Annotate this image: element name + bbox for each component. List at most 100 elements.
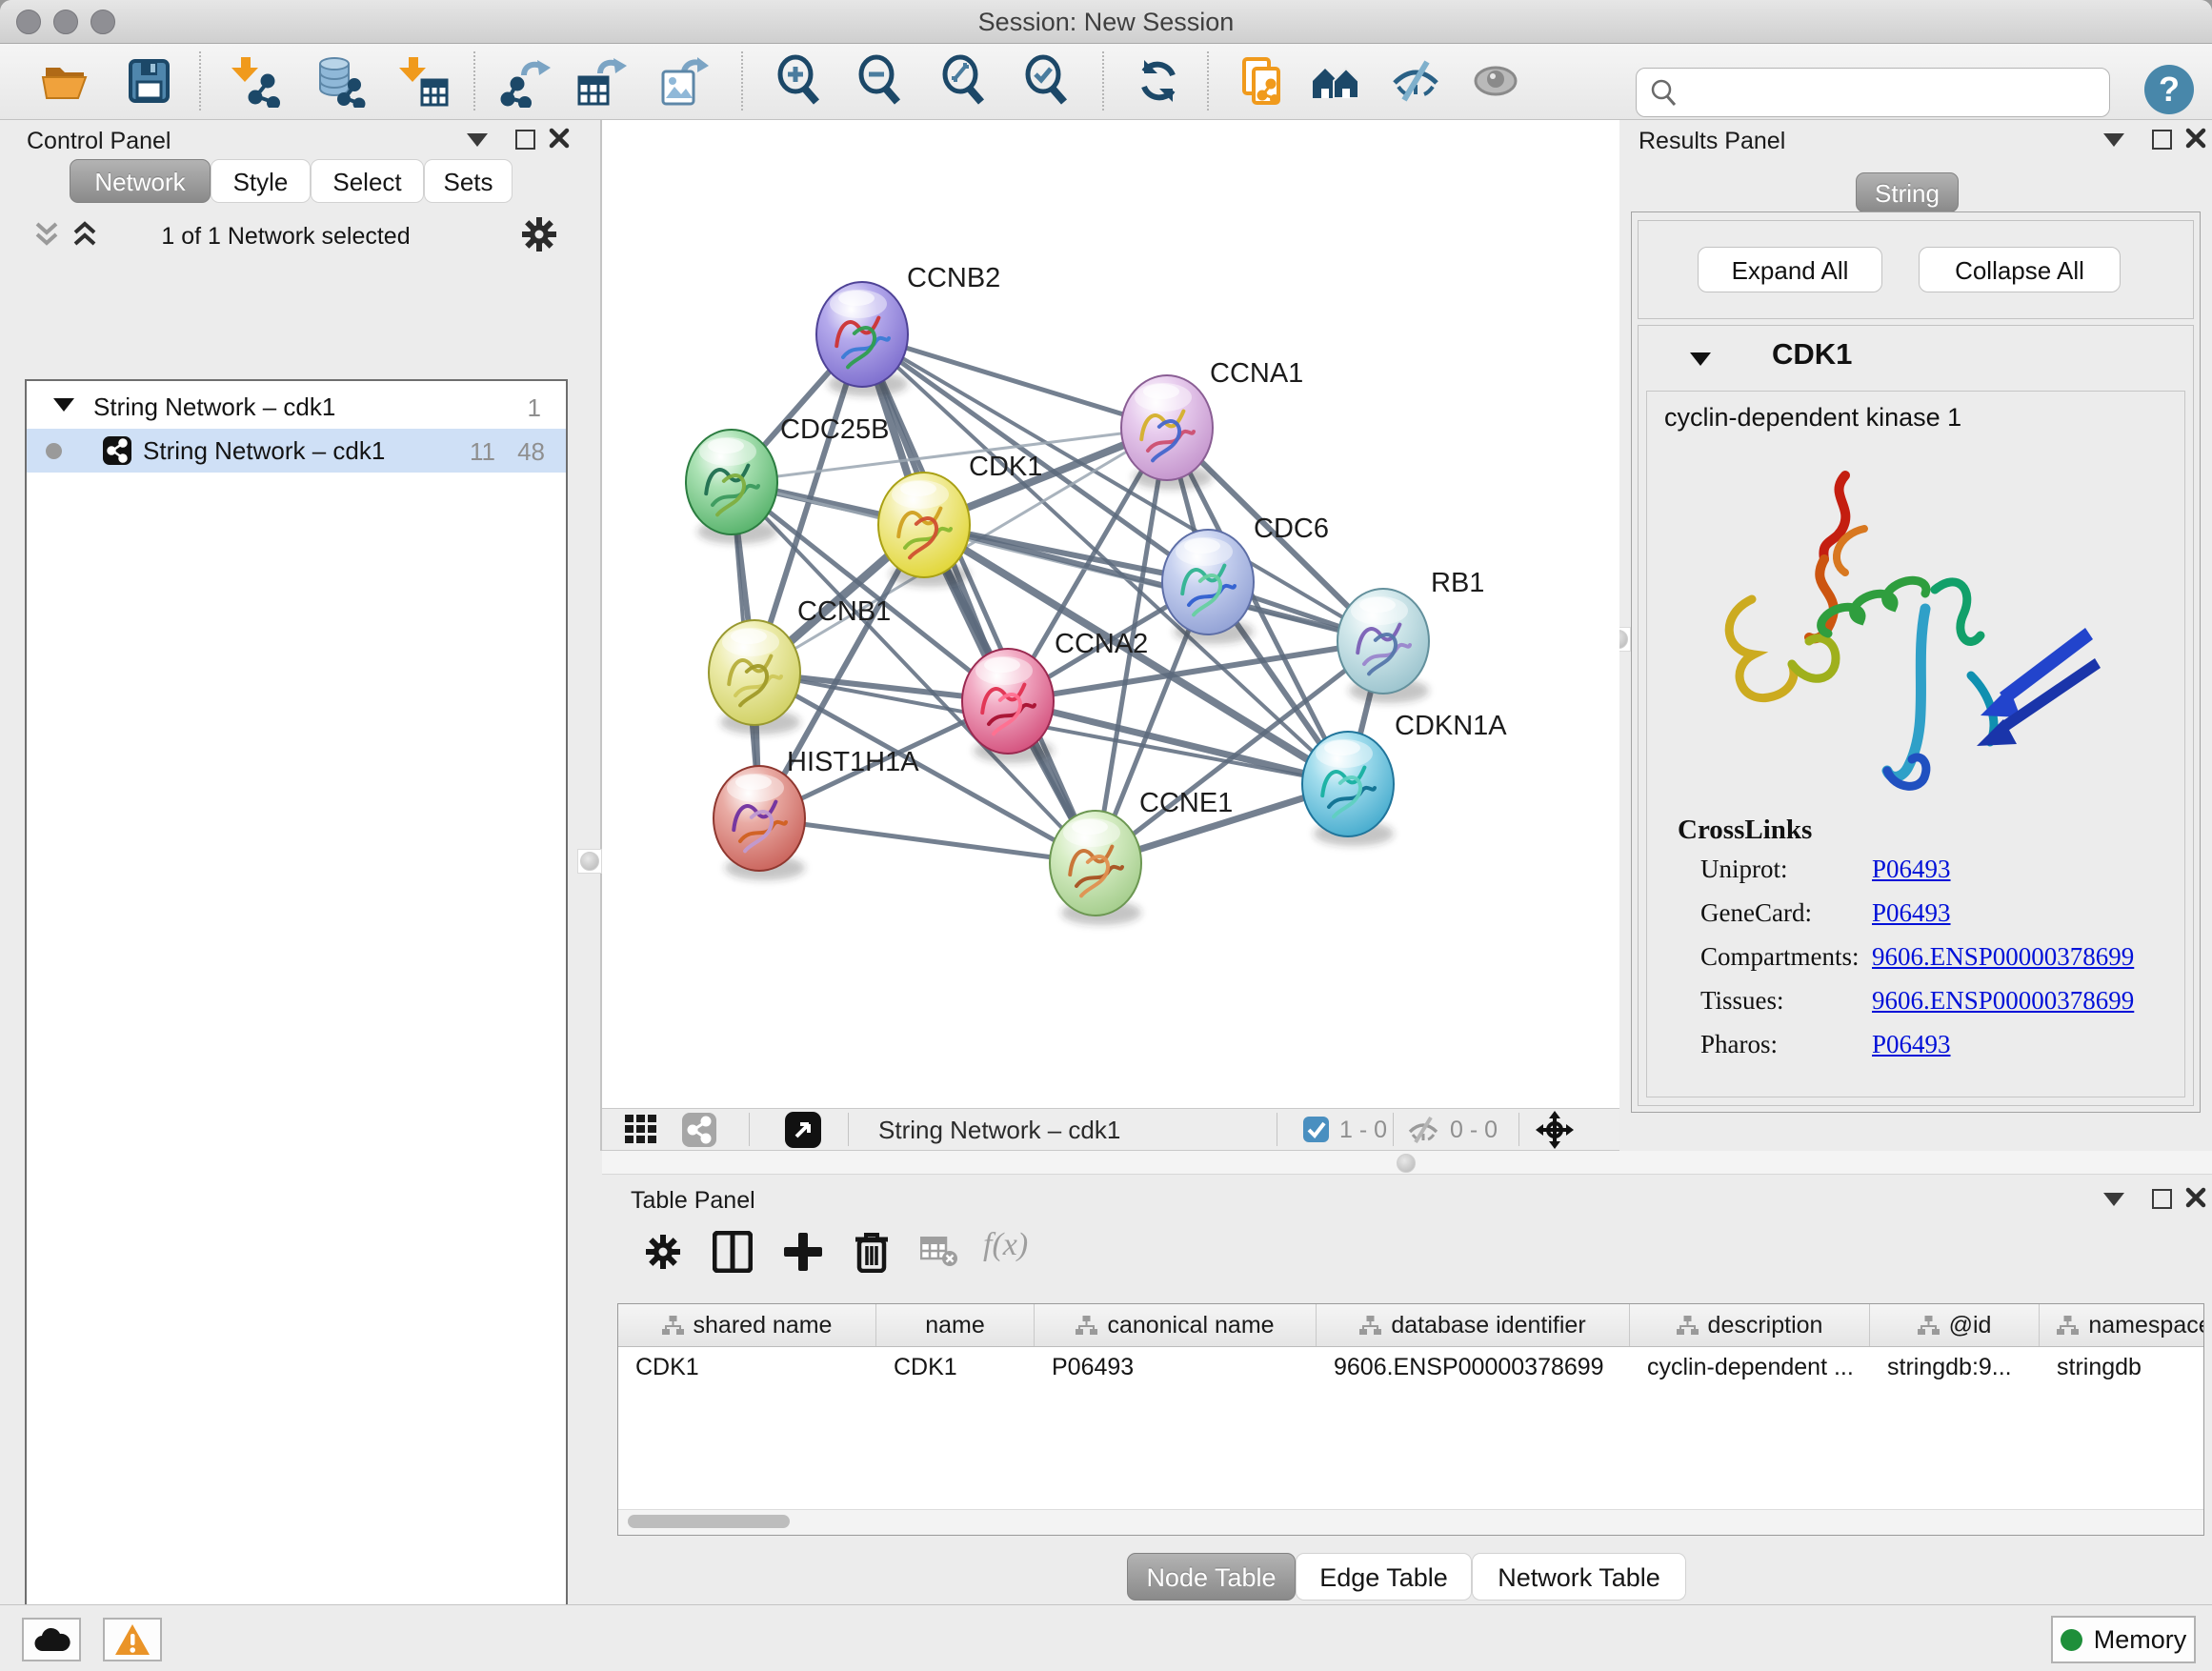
crosslink-link[interactable]: 9606.ENSP00000378699	[1872, 986, 2134, 1015]
column-header-description[interactable]: description	[1630, 1304, 1870, 1346]
export-image-icon[interactable]	[655, 54, 709, 108]
table-cell-database-identifier[interactable]: 9606.ENSP00000378699	[1317, 1346, 1630, 1388]
import-database-icon[interactable]	[312, 54, 366, 108]
zoom-in-icon[interactable]	[773, 54, 826, 108]
tab-edge-table[interactable]: Edge Table	[1296, 1553, 1472, 1601]
zoom-out-icon[interactable]	[854, 54, 907, 108]
results-panel-maximize-icon[interactable]	[2152, 130, 2172, 150]
crosslink-label: Compartments:	[1700, 942, 1872, 972]
zoom-selected-icon[interactable]	[1020, 54, 1074, 108]
tab-style[interactable]: Style	[211, 159, 311, 203]
horizontal-splitter[interactable]	[602, 1151, 2212, 1175]
tab-network[interactable]: Network	[70, 159, 211, 203]
tab-select[interactable]: Select	[311, 159, 424, 203]
import-table-icon[interactable]	[396, 54, 450, 108]
help-icon[interactable]: ?	[2142, 63, 2196, 116]
collection-count: 1	[528, 393, 541, 423]
network-view-mode-icon[interactable]	[682, 1113, 716, 1147]
import-network-icon[interactable]	[229, 54, 282, 108]
cloud-button[interactable]	[22, 1618, 81, 1661]
expand-all-chevrons-icon[interactable]	[70, 221, 99, 248]
birds-eye-crosshair-icon[interactable]	[1536, 1111, 1574, 1149]
network-node-RB1[interactable]	[1337, 589, 1429, 703]
tab-string[interactable]: String	[1856, 172, 1959, 212]
results-panel-float-icon[interactable]	[2103, 133, 2124, 147]
delete-table-icon[interactable]	[920, 1237, 958, 1267]
network-canvas[interactable]: CCNB2CCNA1CDC25BCDK1CDC6RB1CCNB1CCNA2CDK…	[602, 120, 1619, 1108]
crosslink-link[interactable]: P06493	[1872, 1030, 1951, 1058]
table-cell-description[interactable]: cyclin-dependent ...	[1630, 1346, 1870, 1388]
control-panel-maximize-icon[interactable]	[515, 130, 535, 150]
network-node-CCNB2[interactable]	[816, 282, 908, 396]
collapse-all-chevrons-icon[interactable]	[32, 221, 61, 248]
control-panel-float-icon[interactable]	[467, 133, 488, 147]
network-node-CCNA1[interactable]	[1121, 375, 1213, 490]
crosslink-link[interactable]: 9606.ENSP00000378699	[1872, 942, 2134, 971]
crosslink-link[interactable]: P06493	[1872, 855, 1951, 883]
network-node-CCNE1[interactable]	[1050, 811, 1141, 925]
table-cell-canonical-name[interactable]: P06493	[1035, 1346, 1317, 1388]
node-result-body: cyclin-dependent kinase 1	[1646, 391, 2185, 1097]
detach-view-icon[interactable]	[785, 1112, 821, 1148]
results-panel-close-icon[interactable]	[2185, 128, 2206, 149]
network-node-HIST1H1A[interactable]	[714, 766, 805, 880]
network-row-selected[interactable]: String Network – cdk1 11 48	[27, 429, 566, 473]
table-cell-namespace[interactable]: stringdb	[2040, 1346, 2204, 1388]
export-network-icon[interactable]	[499, 54, 553, 108]
export-table-icon[interactable]	[573, 54, 627, 108]
network-options-gear-icon[interactable]	[520, 215, 558, 253]
column-header-database-identifier[interactable]: database identifier	[1317, 1304, 1630, 1346]
table-cell-shared-name[interactable]: CDK1	[618, 1346, 876, 1388]
selected-checkbox-icon[interactable]	[1303, 1117, 1329, 1142]
show-columns-icon[interactable]	[713, 1231, 753, 1273]
table-panel-close-icon[interactable]	[2185, 1187, 2206, 1208]
network-edge-CCNB2-CCNE1[interactable]	[862, 334, 1096, 863]
node-result-expander-icon[interactable]	[1690, 352, 1711, 366]
network-node-CDKN1A[interactable]	[1302, 732, 1394, 846]
save-floppy-icon[interactable]	[122, 54, 175, 108]
zoom-fit-icon[interactable]	[937, 54, 991, 108]
column-header-name[interactable]: name	[876, 1304, 1035, 1346]
warning-button[interactable]	[103, 1618, 162, 1661]
delete-column-trash-icon[interactable]	[852, 1229, 892, 1273]
table-cell--id[interactable]: stringdb:9...	[1870, 1346, 2040, 1388]
eye-icon[interactable]	[1469, 54, 1522, 108]
table-cell-name[interactable]: CDK1	[876, 1346, 1035, 1388]
tab-sets[interactable]: Sets	[424, 159, 513, 203]
collapse-all-button[interactable]: Collapse All	[1919, 247, 2121, 292]
expand-all-button[interactable]: Expand All	[1698, 247, 1882, 292]
function-builder-icon[interactable]: f(x)	[983, 1227, 1028, 1263]
add-column-icon[interactable]	[783, 1231, 823, 1273]
column-header-namespace[interactable]: namespace	[2040, 1304, 2204, 1346]
network-collection-row[interactable]: String Network – cdk1 1	[27, 385, 566, 429]
network-edge-HIST1H1A-CCNE1[interactable]	[759, 818, 1096, 863]
column-header-canonical-name[interactable]: canonical name	[1035, 1304, 1317, 1346]
table-options-gear-icon[interactable]	[644, 1233, 682, 1271]
network-node-CDC25B[interactable]	[686, 430, 777, 544]
network-node-CCNA2[interactable]	[962, 649, 1054, 763]
table-panel-float-icon[interactable]	[2103, 1193, 2124, 1206]
column-header--id[interactable]: @id	[1870, 1304, 2040, 1346]
eye-slash-icon[interactable]	[1389, 54, 1442, 108]
houses-icon[interactable]	[1309, 54, 1362, 108]
memory-button[interactable]: Memory	[2051, 1616, 2196, 1663]
tab-node-table[interactable]: Node Table	[1127, 1553, 1296, 1601]
tab-network-table[interactable]: Network Table	[1472, 1553, 1686, 1601]
network-node-CDK1[interactable]	[878, 473, 970, 587]
refresh-icon[interactable]	[1132, 54, 1185, 108]
crosslink-link[interactable]: P06493	[1872, 898, 1951, 927]
column-header-shared-name[interactable]: shared name	[618, 1304, 876, 1346]
network-node-CCNB1[interactable]	[709, 620, 800, 735]
control-panel-close-icon[interactable]	[549, 128, 570, 149]
scrollbar-thumb[interactable]	[628, 1515, 790, 1528]
duplicate-network-icon[interactable]	[1235, 54, 1288, 108]
collection-expander-icon[interactable]	[53, 398, 74, 412]
network-edge-CCNB2-CCNA1[interactable]	[862, 334, 1167, 428]
grid-view-icon[interactable]	[625, 1115, 657, 1145]
table-panel-maximize-icon[interactable]	[2152, 1189, 2172, 1209]
horizontal-splitter-grip[interactable]	[1397, 1154, 1416, 1173]
collection-label: String Network – cdk1	[93, 393, 335, 422]
search-input[interactable]	[1686, 72, 2100, 112]
open-folder-icon[interactable]	[38, 54, 91, 108]
left-splitter-grip[interactable]	[577, 849, 602, 874]
